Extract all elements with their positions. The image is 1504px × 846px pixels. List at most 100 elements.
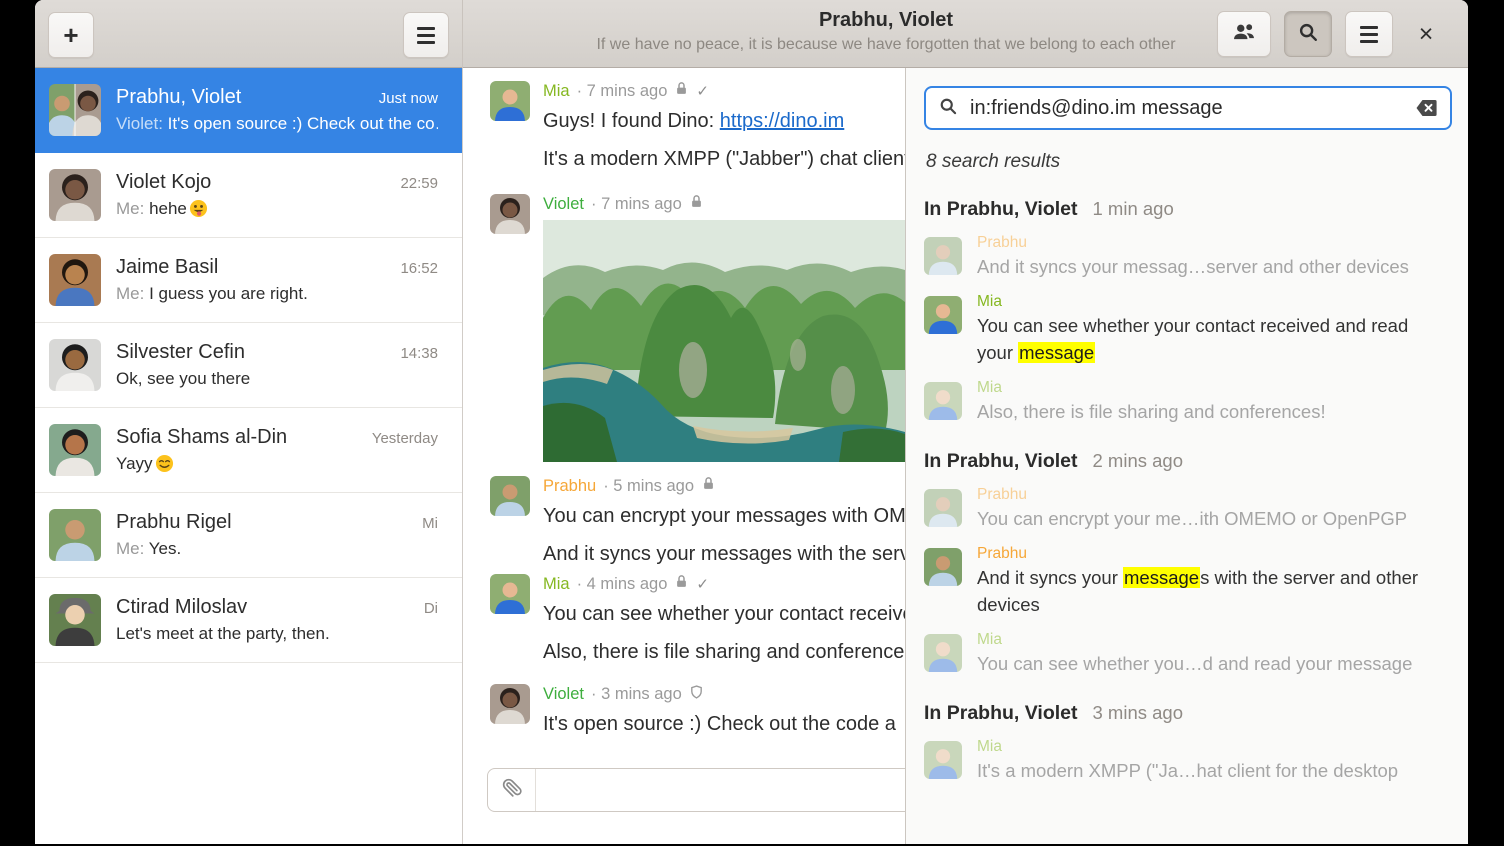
search-result-item[interactable]: PrabhuAnd it syncs your messages with th… <box>924 545 1452 618</box>
search-group-time: 2 mins ago <box>1093 450 1184 472</box>
result-text-part: You can see whether you…d and read your … <box>977 653 1412 674</box>
conversation-summary: Jaime Basil16:52Me: I guess you are righ… <box>116 256 438 304</box>
encrypted-lock-icon <box>701 476 716 496</box>
avatar <box>49 339 101 391</box>
conversation-preview: Violet: It's open source :) Check out th… <box>116 114 438 134</box>
list-menu-icon <box>417 27 435 44</box>
add-conversation-icon: + <box>63 20 78 51</box>
main-menu-button[interactable] <box>1345 11 1393 57</box>
conversation-preview: Me: hehe <box>116 199 438 219</box>
search-input[interactable] <box>968 96 1404 121</box>
trust-shield-icon <box>689 684 704 705</box>
message-time: · 7 mins ago <box>577 82 668 101</box>
headerbar: + Prabhu, Violet If we have no peace, it… <box>35 0 1468 68</box>
conversation-list: Prabhu, VioletJust nowViolet: It's open … <box>35 68 463 844</box>
message-input[interactable] <box>536 780 905 801</box>
paperclip-icon <box>502 778 522 803</box>
close-button[interactable]: × <box>1406 12 1446 56</box>
encrypted-lock-icon <box>674 81 689 101</box>
message-meta: Mia · 4 mins ago ✓ <box>543 573 905 595</box>
result-sender: Mia <box>977 379 1326 397</box>
occupants-button[interactable] <box>1217 11 1271 57</box>
search-result-group: In Prabhu, Violet2 mins agoPrabhuYou can… <box>924 450 1452 677</box>
chat-message: Mia · 4 mins ago ✓ You can see whether your… <box>490 573 905 671</box>
message-text-part: It's open source :) Check out the code a <box>543 713 896 735</box>
message-sender: Mia <box>543 575 570 594</box>
conversation-summary: Sofia Shams al-DinYesterdayYayy <box>116 426 438 474</box>
conversation-list-item[interactable]: Violet Kojo22:59Me: hehe <box>35 153 462 238</box>
avatar <box>924 382 962 420</box>
message-time: · 5 mins ago <box>603 477 694 496</box>
delivered-check-icon: ✓ <box>696 82 709 100</box>
message-sender: Mia <box>543 82 570 101</box>
conversation-name: Jaime Basil <box>116 256 218 279</box>
search-result-item[interactable]: MiaIt's a modern XMPP ("Ja…hat client fo… <box>924 738 1452 784</box>
conversation-name: Prabhu, Violet <box>116 86 241 109</box>
conversation-summary: Prabhu RigelMiMe: Yes. <box>116 511 438 559</box>
result-text: You can see whether you…d and read your … <box>977 650 1412 677</box>
conversation-name: Ctirad Miloslav <box>116 596 247 619</box>
conversation-summary: Ctirad MiloslavDiLet's meet at the party… <box>116 596 438 644</box>
search-result-item[interactable]: Mia You can see whether you…d and read yo… <box>924 631 1452 677</box>
add-conversation-button[interactable]: + <box>48 12 94 58</box>
avatar <box>490 194 530 234</box>
message-text: You can see whether your contact receive… <box>543 595 905 633</box>
chat-message: Prabhu· 5 mins agoYou can encrypt your m… <box>490 475 905 573</box>
conversation-list-item[interactable]: Ctirad MiloslavDiLet's meet at the party… <box>35 578 462 663</box>
group-avatar <box>49 84 101 136</box>
close-icon: × <box>1419 20 1434 49</box>
search-result-item[interactable]: PrabhuAnd it syncs your messag…server an… <box>924 234 1452 280</box>
message-link[interactable]: https://dino.im <box>720 110 845 132</box>
attach-file-button[interactable] <box>488 769 536 811</box>
message-text: Also, there is file sharing and conferen… <box>543 633 905 671</box>
result-text-part: Also, there is file sharing and conferen… <box>977 401 1326 422</box>
result-sender: Mia <box>977 631 1412 649</box>
message-meta: Violet· 3 mins ago <box>543 683 896 705</box>
result-sender: Mia <box>977 738 1398 756</box>
conversation-preview: Me: Yes. <box>116 539 438 559</box>
avatar <box>924 489 962 527</box>
search-group-header: In Prabhu, Violet1 min ago <box>924 198 1452 221</box>
message-time: · 4 mins ago <box>577 575 668 594</box>
preview-text: Ok, see you there <box>116 369 250 388</box>
avatar <box>49 594 101 646</box>
search-toggle-button[interactable] <box>1284 11 1332 57</box>
conversation-preview: Ok, see you there <box>116 369 438 389</box>
result-sender: Prabhu <box>977 486 1407 504</box>
search-result-item[interactable]: PrabhuYou can encrypt your me…ith OMEMO … <box>924 486 1452 532</box>
message-meta: Violet· 7 mins ago <box>543 193 905 215</box>
shared-image[interactable] <box>543 220 905 462</box>
conversation-list-item[interactable]: Silvester Cefin14:38Ok, see you there <box>35 323 462 408</box>
avatar <box>490 476 530 516</box>
preview-sender-prefix: Violet: <box>116 114 168 133</box>
search-result-item[interactable]: Mia Also, there is file sharing and confe… <box>924 379 1452 425</box>
clear-search-icon[interactable] <box>1414 96 1438 120</box>
message-meta: Mia · 7 mins ago ✓ <box>543 80 905 102</box>
avatar <box>924 237 962 275</box>
message-sender: Violet <box>543 195 584 214</box>
search-result-item[interactable]: MiaYou can see whether your contact rece… <box>924 293 1452 366</box>
message-input-bar <box>487 768 905 812</box>
result-sender: Prabhu <box>977 545 1439 563</box>
conversation-list-item[interactable]: Prabhu, VioletJust nowViolet: It's open … <box>35 68 462 153</box>
search-icon <box>938 96 958 121</box>
menu-icon <box>1360 26 1378 43</box>
conversation-list-item[interactable]: Sofia Shams al-DinYesterdayYayy <box>35 408 462 493</box>
conversation-list-item[interactable]: Prabhu RigelMiMe: Yes. <box>35 493 462 578</box>
conversation-preview: Yayy <box>116 454 438 474</box>
message-text: It's open source :) Check out the code a <box>543 705 896 743</box>
conversation-list-item[interactable]: Jaime Basil16:52Me: I guess you are righ… <box>35 238 462 323</box>
avatar <box>49 424 101 476</box>
avatar <box>490 684 530 724</box>
conversation-summary: Prabhu, VioletJust nowViolet: It's open … <box>116 86 438 134</box>
avatar <box>490 81 530 121</box>
message-scroll-area[interactable]: Mia· 7 mins ago✓Guys! I found Dino: http… <box>463 68 905 844</box>
search-box <box>924 86 1452 130</box>
page-title: Prabhu, Violet <box>506 9 1266 32</box>
conversation-list-menu-button[interactable] <box>403 12 449 58</box>
tongue-emoji-icon <box>187 199 208 218</box>
conversation-list-headerbar: + <box>35 0 463 68</box>
search-panel: 8 search results In Prabhu, Violet1 min … <box>905 68 1468 844</box>
delivered-check-icon: ✓ <box>696 575 709 593</box>
preview-text: It's open source :) Check out the co… <box>168 114 438 133</box>
